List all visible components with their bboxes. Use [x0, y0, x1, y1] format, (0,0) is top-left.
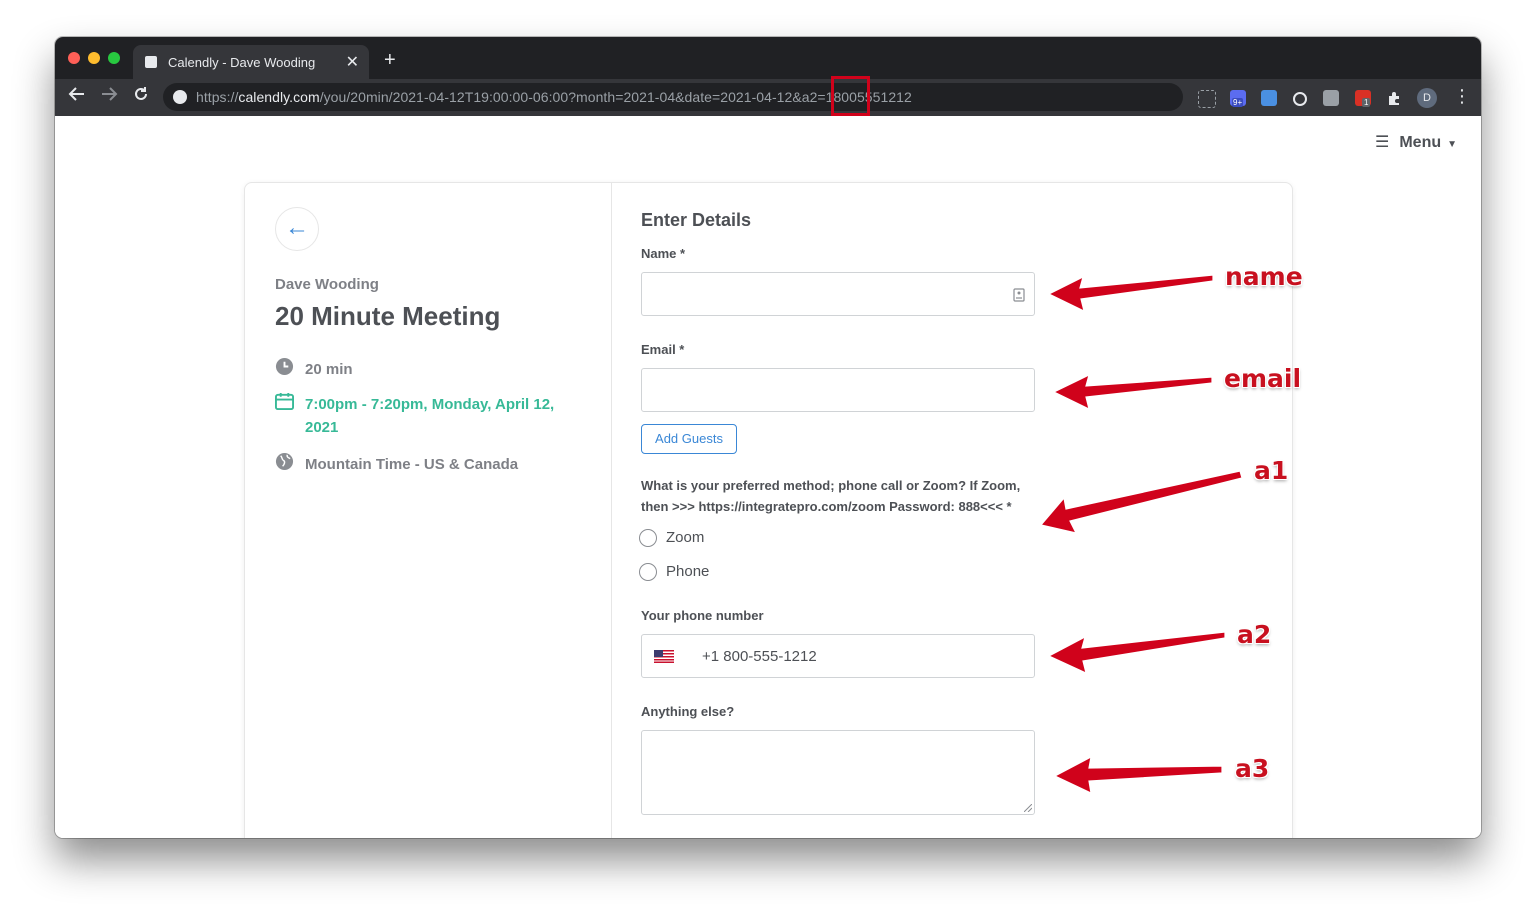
forward-arrow-icon[interactable]: [100, 85, 118, 108]
zoom-window-button[interactable]: [108, 52, 120, 64]
browser-window: Calendly - Dave Wooding ✕ + https://cale…: [55, 37, 1481, 838]
url-host: calendly.com: [238, 89, 320, 105]
menu-button[interactable]: ☰ Menu ▼: [1375, 132, 1457, 152]
browser-tab[interactable]: Calendly - Dave Wooding ✕: [133, 45, 369, 79]
booking-card: ← Dave Wooding 20 Minute Meeting 20 min …: [244, 182, 1293, 838]
expand-extension-icon[interactable]: [1261, 90, 1277, 106]
annotation-label-a1: a1: [1254, 456, 1289, 485]
extension-badge-count: 1: [1362, 98, 1371, 107]
phone-number-label: Your phone number: [641, 608, 764, 623]
datetime-line-2: 2021: [305, 419, 339, 436]
phone-number-value: +1 800-555-1212: [702, 648, 817, 665]
menu-label: Menu: [1399, 134, 1442, 151]
timezone-text: Mountain Time - US & Canada: [305, 456, 519, 473]
site-info-icon[interactable]: [173, 90, 187, 104]
profile-avatar[interactable]: D: [1417, 88, 1437, 108]
anything-else-label: Anything else?: [641, 704, 735, 719]
annotation-label-a2: a2: [1237, 620, 1272, 649]
event-title: 20 Minute Meeting: [275, 301, 501, 331]
url-text: https://calendly.com/you/20min/2021-04-1…: [196, 89, 912, 105]
hamburger-icon: ☰: [1375, 134, 1390, 151]
email-input[interactable]: [641, 368, 1035, 412]
details-form: Enter Details Name * Email * Add Guests …: [612, 183, 1292, 838]
resize-handle-icon[interactable]: [1024, 804, 1032, 812]
back-button[interactable]: ←: [275, 207, 319, 251]
browser-menu-icon[interactable]: ⋮: [1453, 86, 1471, 107]
preferred-method-question: What is your preferred method; phone cal…: [641, 475, 1041, 517]
phone-radio[interactable]: [639, 563, 657, 581]
url-path: /you/20min/2021-04-12T19:00:00-06:00?mon…: [319, 89, 912, 105]
question-line-1: What is your preferred method; phone cal…: [641, 478, 1021, 493]
url-scheme: https://: [196, 89, 239, 105]
annotation-label-a3: a3: [1235, 754, 1270, 783]
zoom-option-label: Zoom: [666, 529, 705, 546]
calendly-favicon-icon: [145, 56, 157, 68]
name-label: Name *: [641, 246, 686, 261]
contact-card-icon: [1013, 288, 1025, 302]
sync-extension-icon[interactable]: [1293, 92, 1307, 106]
puzzle-badge-extension-icon[interactable]: 9+: [1230, 90, 1246, 107]
owner-name: Dave Wooding: [275, 276, 379, 293]
address-bar[interactable]: https://calendly.com/you/20min/2021-04-1…: [163, 83, 1183, 111]
globe-icon: [275, 452, 294, 471]
phone-option-label: Phone: [666, 563, 710, 580]
caret-down-icon: ▼: [1447, 139, 1458, 150]
code-extension-icon[interactable]: [1323, 90, 1339, 106]
back-arrow-icon[interactable]: [68, 85, 86, 108]
anything-else-textarea[interactable]: [641, 730, 1035, 815]
us-flag-icon[interactable]: [654, 650, 674, 663]
zoom-radio[interactable]: [639, 529, 657, 547]
tab-close-icon[interactable]: ✕: [346, 52, 359, 72]
email-label: Email *: [641, 342, 685, 357]
extensions-puzzle-icon[interactable]: [1387, 90, 1403, 106]
form-heading: Enter Details: [641, 210, 752, 230]
name-input[interactable]: [641, 272, 1035, 316]
question-line-2: then >>> https://integratepro.com/zoom P…: [641, 499, 1012, 514]
calendar-icon: [275, 392, 294, 411]
title-bar: Calendly - Dave Wooding ✕ +: [55, 37, 1481, 79]
tab-title: Calendly - Dave Wooding: [168, 55, 316, 70]
screenshot-extension-icon[interactable]: [1198, 90, 1216, 108]
minimize-window-button[interactable]: [88, 52, 100, 64]
datetime-line-1: 7:00pm - 7:20pm, Monday, April 12,: [305, 396, 555, 413]
url-param-highlight: [831, 76, 870, 116]
new-tab-button[interactable]: +: [384, 49, 396, 72]
extension-badge-count: 9+: [1232, 98, 1244, 107]
clock-icon: [275, 357, 294, 376]
back-arrow-icon: ←: [285, 214, 309, 241]
duration-text: 20 min: [305, 361, 353, 378]
annotation-label-name: name: [1225, 262, 1303, 291]
reload-icon[interactable]: [132, 85, 150, 108]
phone-number-input[interactable]: +1 800-555-1212: [641, 634, 1035, 678]
browser-toolbar: https://calendly.com/you/20min/2021-04-1…: [55, 79, 1481, 116]
annotation-label-email: email: [1224, 364, 1302, 393]
add-guests-button[interactable]: Add Guests: [641, 424, 737, 454]
datetime-text: 7:00pm - 7:20pm, Monday, April 12, 2021: [305, 393, 554, 439]
calendar-extension-icon[interactable]: 1: [1355, 90, 1371, 107]
close-window-button[interactable]: [68, 52, 80, 64]
event-summary-panel: ← Dave Wooding 20 Minute Meeting 20 min …: [245, 183, 612, 838]
